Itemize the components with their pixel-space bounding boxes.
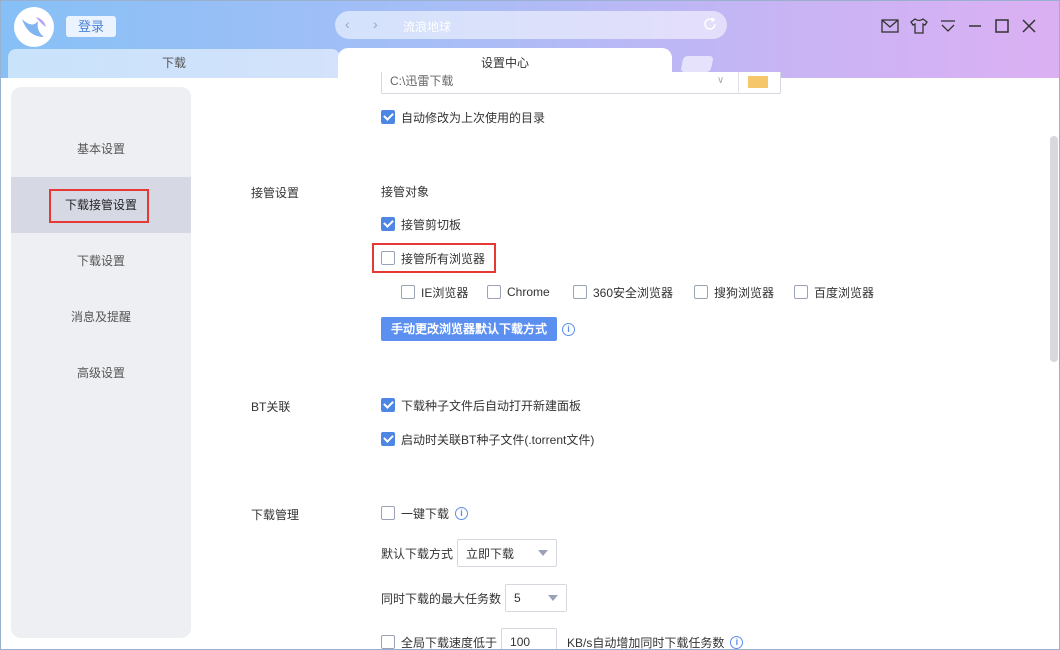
option-label: 360安全浏览器 xyxy=(593,285,674,300)
highlight-box xyxy=(49,189,149,223)
option-label: 搜狗浏览器 xyxy=(714,285,775,300)
app-logo xyxy=(14,7,54,47)
checkbox[interactable] xyxy=(401,285,415,299)
browser-option-sogou[interactable]: 搜狗浏览器 xyxy=(694,282,774,302)
option-label: IE浏览器 xyxy=(421,285,469,300)
chevron-down-icon xyxy=(538,550,549,556)
field-label: 全局下载速度低于 xyxy=(401,635,498,650)
field-label: 同时下载的最大任务数 xyxy=(381,591,502,606)
speed-threshold-row[interactable]: 全局下载速度低于 100 KB/s自动增加同时下载任务数 i xyxy=(381,628,744,650)
folder-icon[interactable] xyxy=(748,76,768,88)
sidebar-item-download-takeover[interactable]: 下载接管设置 xyxy=(11,177,191,233)
sidebar-item-download[interactable]: 下载设置 xyxy=(11,233,191,289)
option-label: 启动时关联BT种子文件(.torrent文件) xyxy=(401,432,595,447)
checkbox[interactable] xyxy=(487,285,501,299)
info-icon[interactable]: i xyxy=(455,506,469,520)
option-label: 接管所有浏览器 xyxy=(401,251,486,266)
tab-download[interactable]: 下载 xyxy=(8,49,340,78)
browser-option-360[interactable]: 360安全浏览器 xyxy=(573,282,673,302)
checkbox[interactable] xyxy=(694,285,708,299)
sidebar-item-advanced[interactable]: 高级设置 xyxy=(11,345,191,401)
takeover-all-browsers-option[interactable]: 接管所有浏览器 xyxy=(372,243,497,273)
option-label: Chrome xyxy=(507,285,550,299)
vertical-scrollbar[interactable] xyxy=(1050,136,1058,362)
address-text[interactable]: 流浪地球 xyxy=(403,18,451,35)
speed-input[interactable]: 100 xyxy=(501,628,558,650)
option-label: 自动修改为上次使用的目录 xyxy=(401,110,546,125)
auto-modify-dir-option[interactable]: 自动修改为上次使用的目录 xyxy=(381,107,545,127)
menu-icon[interactable] xyxy=(938,16,958,36)
minimize-icon[interactable] xyxy=(965,16,985,36)
checkbox[interactable] xyxy=(381,251,395,265)
option-label: 下载种子文件后自动打开新建面板 xyxy=(401,398,582,413)
forward-icon[interactable]: › xyxy=(373,16,378,32)
checkbox[interactable] xyxy=(381,217,395,231)
checkbox[interactable] xyxy=(794,285,808,299)
section-label-download-mgmt: 下载管理 xyxy=(251,508,300,522)
browser-option-baidu[interactable]: 百度浏览器 xyxy=(794,282,874,302)
info-tooltip[interactable]: i xyxy=(556,319,575,339)
mail-icon[interactable] xyxy=(880,16,900,36)
field-label: KB/s自动增加同时下载任务数 xyxy=(567,635,725,650)
download-path-field[interactable]: C:\迅雷下载 ∨ xyxy=(381,72,781,94)
new-tab-button[interactable] xyxy=(680,56,714,72)
manual-change-browser-button[interactable]: 手动更改浏览器默认下载方式 xyxy=(381,317,558,341)
checkbox[interactable] xyxy=(381,110,395,124)
sidebar-item-basic[interactable]: 基本设置 xyxy=(11,121,191,177)
bt-auto-open-option[interactable]: 下载种子文件后自动打开新建面板 xyxy=(381,395,581,415)
one-click-download-option[interactable]: 一键下载 i xyxy=(381,503,469,523)
info-icon[interactable]: i xyxy=(562,322,575,336)
field-label: 默认下载方式 xyxy=(381,546,454,561)
default-mode-select[interactable]: 立即下载 xyxy=(457,539,558,567)
option-label: 接管剪切板 xyxy=(401,217,462,232)
title-bar: 登录 ‹ › 流浪地球 下载 设置中心 xyxy=(0,0,1060,80)
back-icon[interactable]: ‹ xyxy=(345,16,350,32)
maximize-icon[interactable] xyxy=(992,16,1012,36)
login-button[interactable]: 登录 xyxy=(66,16,116,37)
checkbox[interactable] xyxy=(381,398,395,412)
browser-option-chrome[interactable]: Chrome xyxy=(487,282,550,302)
option-label: 一键下载 xyxy=(401,506,450,521)
sidebar-item-notifications[interactable]: 消息及提醒 xyxy=(11,289,191,345)
max-tasks-row: 同时下载的最大任务数 5 xyxy=(381,584,568,612)
checkbox[interactable] xyxy=(381,506,395,520)
info-icon[interactable]: i xyxy=(730,635,744,649)
skin-icon[interactable] xyxy=(909,16,929,36)
default-mode-row: 默认下载方式 立即下载 xyxy=(381,539,558,567)
settings-sidebar: 基本设置 下载接管设置 下载设置 消息及提醒 高级设置 xyxy=(11,87,191,638)
chevron-down-icon xyxy=(548,595,559,601)
section-label-takeover: 接管设置 xyxy=(251,186,300,200)
bt-associate-option[interactable]: 启动时关联BT种子文件(.torrent文件) xyxy=(381,429,594,449)
refresh-icon[interactable] xyxy=(701,15,719,33)
takeover-target-label: 接管对象 xyxy=(381,184,430,199)
checkbox[interactable] xyxy=(381,635,395,649)
settings-main: C:\迅雷下载 ∨ 自动修改为上次使用的目录 接管设置 接管对象 接管剪切板 接… xyxy=(191,72,1060,650)
browser-option-ie[interactable]: IE浏览器 xyxy=(401,282,468,302)
section-label-bt: BT关联 xyxy=(251,400,291,414)
select-value: 5 xyxy=(514,591,521,605)
checkbox[interactable] xyxy=(573,285,587,299)
option-label: 百度浏览器 xyxy=(814,285,875,300)
select-value: 立即下载 xyxy=(466,546,515,561)
address-bar[interactable]: ‹ › 流浪地球 xyxy=(335,11,727,39)
divider xyxy=(738,72,739,94)
download-path-value: C:\迅雷下载 xyxy=(390,74,454,88)
close-icon[interactable] xyxy=(1019,16,1039,36)
content-area: 基本设置 下载接管设置 下载设置 消息及提醒 高级设置 C:\迅雷下载 ∨ 自动… xyxy=(0,72,1060,650)
max-tasks-select[interactable]: 5 xyxy=(505,584,568,612)
checkbox[interactable] xyxy=(381,432,395,446)
chevron-down-icon[interactable]: ∨ xyxy=(717,75,724,86)
takeover-clipboard-option[interactable]: 接管剪切板 xyxy=(381,214,461,234)
